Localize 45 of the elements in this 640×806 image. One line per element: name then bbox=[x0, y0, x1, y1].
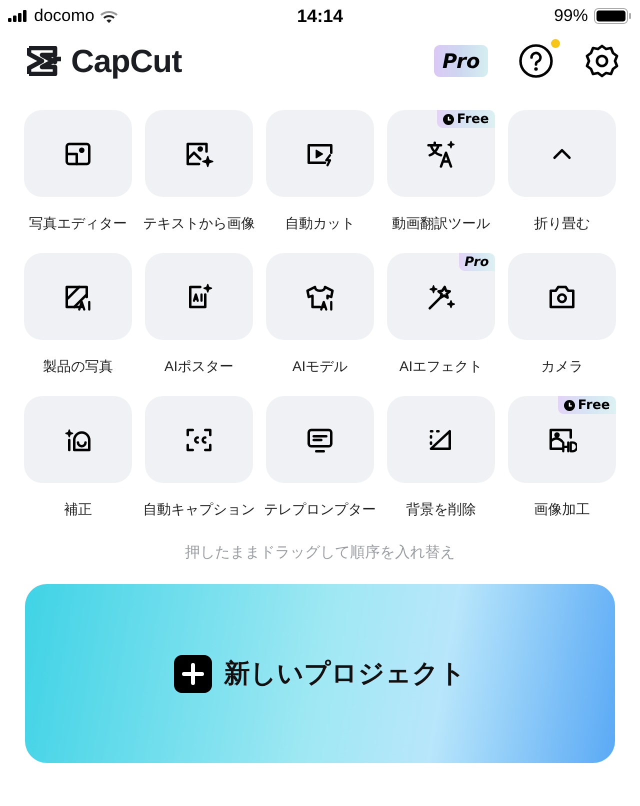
pro-button[interactable]: Pro bbox=[434, 45, 488, 77]
tool-button[interactable] bbox=[145, 253, 253, 340]
tool-label: AIポスター bbox=[164, 358, 234, 376]
pro-badge: Pro bbox=[458, 253, 495, 271]
tool-label: 製品の写真 bbox=[43, 358, 113, 376]
tool-button[interactable]: Pro bbox=[387, 253, 495, 340]
tool-button[interactable] bbox=[24, 110, 132, 197]
tool-label: 写真エディター bbox=[29, 215, 127, 233]
tool-label: テキストから画像 bbox=[143, 215, 255, 233]
translate-icon bbox=[426, 138, 456, 168]
tool-label: テレプロンプター bbox=[264, 501, 376, 519]
signal-icon bbox=[8, 10, 28, 22]
carrier-name: docomo bbox=[34, 6, 94, 26]
tool-button[interactable] bbox=[266, 253, 374, 340]
plus-icon bbox=[174, 654, 212, 692]
tool-button[interactable]: Free bbox=[387, 110, 495, 197]
logo-icon bbox=[27, 46, 63, 76]
tool-button[interactable]: Free bbox=[508, 396, 616, 483]
tool-label: 補正 bbox=[64, 501, 92, 519]
tool-button[interactable] bbox=[266, 110, 374, 197]
app-name: CapCut bbox=[71, 42, 182, 80]
reorder-hint: 押したままドラッグして順序を入れ替え bbox=[184, 543, 456, 562]
tool-label: 折り畳む bbox=[534, 215, 590, 233]
tool-label: AIモデル bbox=[292, 358, 348, 376]
battery-percent: 99% bbox=[554, 6, 588, 26]
tool-button[interactable] bbox=[24, 396, 132, 483]
tool-label: AIエフェクト bbox=[399, 358, 483, 376]
tool-button[interactable] bbox=[24, 253, 132, 340]
tool-button[interactable] bbox=[145, 110, 253, 197]
new-project-button[interactable]: 新しいプロジェクト bbox=[25, 584, 615, 763]
tool-label: 画像加工 bbox=[534, 501, 590, 519]
free-badge: Free bbox=[558, 396, 616, 414]
settings-icon[interactable] bbox=[584, 43, 620, 79]
clock-time: 14:14 bbox=[296, 6, 344, 26]
tool-label: 背景を削除 bbox=[406, 501, 476, 519]
tool-label: 自動カット bbox=[285, 215, 355, 233]
tool-label: カメラ bbox=[541, 358, 583, 376]
help-icon[interactable] bbox=[518, 43, 554, 79]
tool-button[interactable] bbox=[508, 253, 616, 340]
tool-label: 動画翻訳ツール bbox=[392, 215, 490, 233]
wifi-icon bbox=[100, 10, 118, 22]
battery-icon bbox=[594, 8, 632, 24]
tool-button[interactable] bbox=[266, 396, 374, 483]
tool-label: 自動キャプション bbox=[143, 501, 255, 519]
free-badge: Free bbox=[436, 110, 495, 128]
